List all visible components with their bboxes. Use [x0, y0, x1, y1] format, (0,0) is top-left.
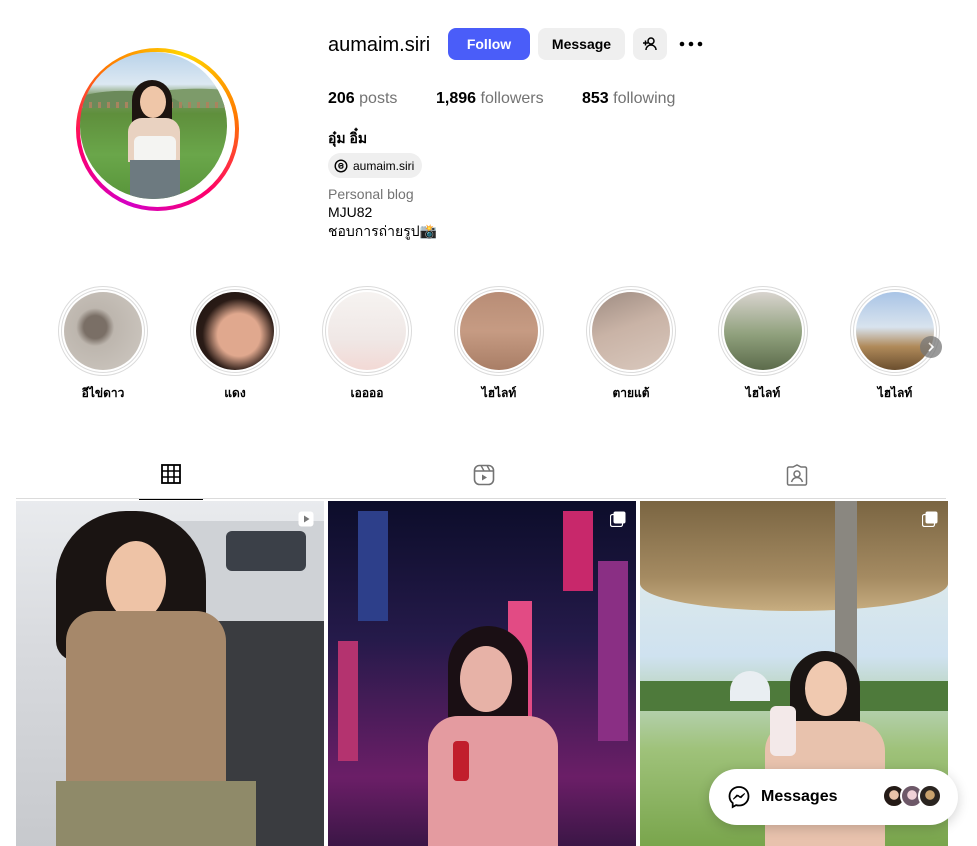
- post-tile[interactable]: [16, 501, 324, 846]
- threads-handle: aumaim.siri: [353, 158, 415, 173]
- highlight-item[interactable]: อีไข่ดาว: [58, 286, 148, 403]
- highlight-item[interactable]: ตายแต้: [586, 286, 676, 403]
- tabs-divider: [16, 498, 946, 499]
- threads-link[interactable]: aumaim.siri: [328, 153, 423, 178]
- messages-label: Messages: [761, 788, 838, 805]
- highlight-label: ตายแต้: [612, 386, 650, 400]
- highlight-cover: [856, 292, 934, 370]
- profile-category: Personal blog: [328, 186, 414, 202]
- video-icon: [298, 511, 314, 527]
- post-tile[interactable]: [328, 501, 636, 846]
- messages-widget[interactable]: Messages: [709, 769, 958, 825]
- bio-line: ชอบการถ่ายรูป📸: [328, 223, 438, 239]
- highlight-label: ไฮไลท์: [745, 386, 781, 400]
- tab-reels[interactable]: [452, 464, 516, 500]
- highlight-item[interactable]: ไฮไลท์: [454, 286, 544, 403]
- tab-tagged[interactable]: [765, 464, 829, 500]
- threads-icon: [334, 158, 348, 173]
- chevron-right-icon: [928, 342, 935, 352]
- profile-username: aumaim.siri: [328, 34, 431, 56]
- more-icon: [679, 41, 703, 47]
- highlight-cover: [460, 292, 538, 370]
- more-options-button[interactable]: [678, 32, 704, 56]
- highlight-cover: [196, 292, 274, 370]
- follow-button[interactable]: Follow: [448, 28, 530, 60]
- message-button[interactable]: Message: [538, 28, 625, 60]
- suggested-users-button[interactable]: [633, 28, 667, 60]
- highlight-cover: [724, 292, 802, 370]
- messages-avatars: [882, 784, 942, 808]
- avatar-photo: [80, 52, 227, 199]
- tagged-icon: [786, 464, 808, 486]
- highlight-item[interactable]: ไฮไลท์: [718, 286, 808, 403]
- followers-stat[interactable]: 1,896 followers: [436, 90, 544, 108]
- add-user-icon: [643, 37, 657, 51]
- highlight-cover: [64, 292, 142, 370]
- carousel-icon: [922, 511, 938, 527]
- posts-stat: 206 posts: [328, 90, 398, 107]
- highlight-item[interactable]: แดง: [190, 286, 280, 403]
- highlight-item[interactable]: เออออ: [322, 286, 412, 403]
- highlight-label: เออออ: [350, 386, 384, 400]
- highlight-label: แดง: [224, 386, 246, 400]
- grid-icon: [161, 464, 181, 484]
- messenger-icon: [728, 786, 750, 809]
- highlight-label: ไฮไลท์: [877, 386, 913, 400]
- highlight-cover: [328, 292, 406, 370]
- carousel-icon: [610, 511, 626, 527]
- highlight-cover: [592, 292, 670, 370]
- profile-full-name: อุ๋ม อิ๋ม: [328, 130, 368, 146]
- bio-line: MJU82: [328, 204, 373, 220]
- following-stat[interactable]: 853 following: [582, 90, 675, 108]
- profile-avatar[interactable]: [76, 48, 239, 211]
- tab-posts[interactable]: [139, 464, 203, 500]
- highlights-next-button[interactable]: [920, 336, 942, 358]
- reels-icon: [473, 464, 495, 486]
- avatar: [918, 784, 942, 808]
- highlight-label: อีไข่ดาว: [81, 386, 125, 400]
- highlight-label: ไฮไลท์: [481, 386, 517, 400]
